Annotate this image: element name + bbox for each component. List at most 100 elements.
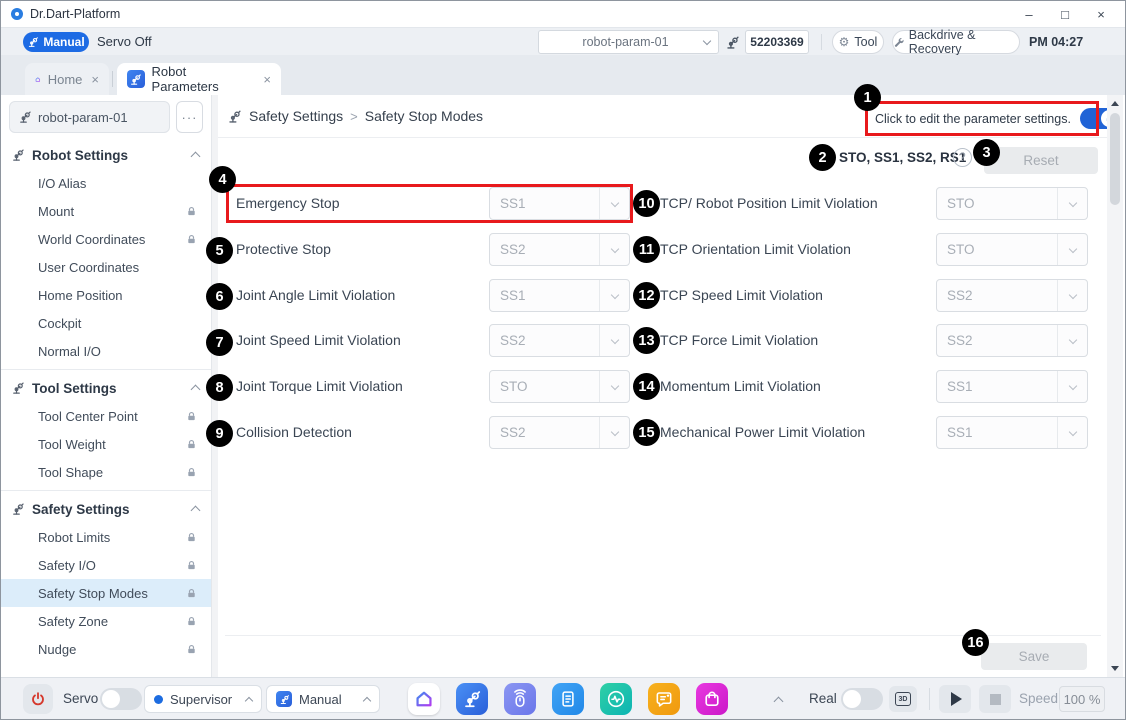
breadcrumb-current: Safety Stop Modes bbox=[365, 108, 483, 124]
sidebar-item-tool-shape[interactable]: Tool Shape bbox=[1, 458, 211, 486]
dock-app-remote-control[interactable] bbox=[504, 683, 536, 715]
collision-detection-select[interactable]: SS2 bbox=[489, 416, 630, 449]
sidebar-item-nudge[interactable]: Nudge bbox=[1, 635, 211, 663]
content-scrollbar[interactable] bbox=[1107, 95, 1123, 677]
sidebar-section-tool-settings[interactable]: Tool Settings bbox=[1, 374, 211, 402]
sidebar-item-safety-zone[interactable]: Safety Zone bbox=[1, 607, 211, 635]
sidebar-item-tool-center-point[interactable]: Tool Center Point bbox=[1, 402, 211, 430]
chevron-up-icon bbox=[191, 152, 201, 162]
bottom-dock: Servo Supervisor Manual Real 3D bbox=[1, 677, 1125, 719]
sidebar-section-robot-settings[interactable]: Robot Settings bbox=[1, 141, 211, 169]
mode-select[interactable]: Manual bbox=[266, 685, 380, 713]
close-button[interactable]: × bbox=[1083, 1, 1119, 27]
servo-toggle[interactable] bbox=[100, 688, 142, 710]
stop-button[interactable] bbox=[979, 685, 1011, 713]
reset-button[interactable]: Reset bbox=[984, 147, 1098, 174]
dock-expand-chevron-icon[interactable] bbox=[774, 697, 784, 707]
sidebar-item-normal-io[interactable]: Normal I/O bbox=[1, 337, 211, 365]
robot-icon bbox=[11, 148, 25, 162]
help-icon[interactable]: ? bbox=[953, 148, 972, 167]
viewer-3d-button[interactable]: 3D bbox=[889, 686, 917, 712]
select-value: STO bbox=[937, 242, 1057, 257]
callout-7: 7 bbox=[206, 329, 233, 356]
sidebar-item-safety-io[interactable]: Safety I/O bbox=[1, 551, 211, 579]
manual-mode-icon bbox=[276, 691, 292, 707]
minimize-button[interactable]: – bbox=[1011, 1, 1047, 27]
chevron-up-icon bbox=[191, 385, 201, 395]
lock-icon bbox=[186, 234, 197, 245]
sidebar-item-tool-weight[interactable]: Tool Weight bbox=[1, 430, 211, 458]
sidebar-item-io-alias[interactable]: I/O Alias bbox=[1, 169, 211, 197]
callout-6: 6 bbox=[206, 283, 233, 310]
joint-torque-limit-select[interactable]: STO bbox=[489, 370, 630, 403]
real-mode-toggle[interactable] bbox=[841, 688, 883, 710]
maximize-button[interactable]: □ bbox=[1047, 1, 1083, 27]
role-select[interactable]: Supervisor bbox=[144, 685, 262, 713]
sidebar-section-safety-settings[interactable]: Safety Settings bbox=[1, 495, 211, 523]
top-toolbar: Manual Servo Off robot-param-01 52203369… bbox=[1, 27, 1125, 55]
shopping-bag-icon bbox=[702, 689, 722, 709]
tcp-robot-position-limit-select[interactable]: STO bbox=[936, 187, 1088, 220]
select-value: SS2 bbox=[490, 425, 599, 440]
breadcrumb-parent[interactable]: Safety Settings bbox=[249, 108, 343, 124]
tab-bar: Home × Robot Parameters × bbox=[1, 55, 1125, 95]
dock-app-task-editor[interactable] bbox=[552, 683, 584, 715]
momentum-limit-select[interactable]: SS1 bbox=[936, 370, 1088, 403]
joint-angle-limit-label: Joint Angle Limit Violation bbox=[236, 279, 395, 312]
dock-app-robot-parameters[interactable] bbox=[456, 683, 488, 715]
dock-app-home[interactable] bbox=[408, 683, 440, 715]
lock-icon bbox=[186, 439, 197, 450]
tab-home[interactable]: Home × bbox=[25, 63, 109, 95]
sidebar-item-user-coordinates[interactable]: User Coordinates bbox=[1, 253, 211, 281]
sidebar-item-world-coordinates[interactable]: World Coordinates bbox=[1, 225, 211, 253]
speed-value-box[interactable]: 100 % bbox=[1059, 686, 1105, 712]
tool-button[interactable]: ⚙ Tool bbox=[832, 30, 884, 54]
dock-app-monitoring[interactable] bbox=[600, 683, 632, 715]
pulse-monitor-icon bbox=[606, 689, 626, 709]
protective-stop-select[interactable]: SS2 bbox=[489, 233, 630, 266]
select-value: STO bbox=[490, 379, 599, 394]
select-value: SS1 bbox=[937, 379, 1057, 394]
form-row-joint-angle-limit: Joint Angle Limit Violation SS1 bbox=[236, 279, 630, 312]
sidebar-item-robot-limits[interactable]: Robot Limits bbox=[1, 523, 211, 551]
form-row-joint-speed-limit: Joint Speed Limit Violation SS2 bbox=[236, 324, 630, 357]
tcp-orientation-limit-select[interactable]: STO bbox=[936, 233, 1088, 266]
scroll-up-icon[interactable] bbox=[1111, 101, 1119, 106]
play-button[interactable] bbox=[939, 685, 971, 713]
parameter-file-select[interactable]: robot-param-01 bbox=[538, 30, 719, 54]
sidebar-item-mount[interactable]: Mount bbox=[1, 197, 211, 225]
chevron-down-icon bbox=[1057, 325, 1087, 356]
backdrive-recovery-button[interactable]: Backdrive & Recovery bbox=[892, 30, 1020, 54]
close-icon[interactable]: × bbox=[263, 72, 271, 87]
clock-text: PM 04:27 bbox=[1029, 28, 1083, 56]
toggle-knob bbox=[843, 690, 861, 708]
sidebar-parameter-name[interactable]: robot-param-01 bbox=[9, 101, 170, 133]
power-button[interactable] bbox=[23, 684, 53, 714]
mechanical-power-limit-select[interactable]: SS1 bbox=[936, 416, 1088, 449]
tcp-speed-limit-select[interactable]: SS2 bbox=[936, 279, 1088, 312]
close-icon[interactable]: × bbox=[91, 72, 99, 87]
wrench-icon bbox=[893, 36, 904, 48]
dock-app-store[interactable] bbox=[696, 683, 728, 715]
momentum-limit-label: Momentum Limit Violation bbox=[660, 370, 821, 403]
joint-speed-limit-select[interactable]: SS2 bbox=[489, 324, 630, 357]
callout-2: 2 bbox=[809, 144, 836, 171]
sidebar-item-safety-stop-modes[interactable]: Safety Stop Modes bbox=[1, 579, 211, 607]
scroll-down-icon[interactable] bbox=[1111, 666, 1119, 671]
emergency-stop-select[interactable]: SS1 bbox=[489, 187, 630, 220]
tab-robot-parameters[interactable]: Robot Parameters × bbox=[117, 63, 281, 95]
mechanical-power-limit-label: Mechanical Power Limit Violation bbox=[660, 416, 865, 449]
sidebar-item-home-position[interactable]: Home Position bbox=[1, 281, 211, 309]
sidebar-more-button[interactable]: ··· bbox=[176, 101, 203, 133]
scrollbar-thumb[interactable] bbox=[1110, 113, 1120, 205]
joint-angle-limit-select[interactable]: SS1 bbox=[489, 279, 630, 312]
sidebar-item-cockpit[interactable]: Cockpit bbox=[1, 309, 211, 337]
tcp-force-limit-select[interactable]: SS2 bbox=[936, 324, 1088, 357]
chevron-down-icon bbox=[703, 37, 711, 45]
save-button[interactable]: Save bbox=[981, 643, 1087, 670]
robot-parameters-icon bbox=[127, 70, 145, 88]
mode-manual-button[interactable]: Manual bbox=[23, 32, 89, 52]
select-value: SS1 bbox=[490, 288, 599, 303]
dock-app-messages[interactable] bbox=[648, 683, 680, 715]
real-label: Real bbox=[809, 678, 837, 720]
